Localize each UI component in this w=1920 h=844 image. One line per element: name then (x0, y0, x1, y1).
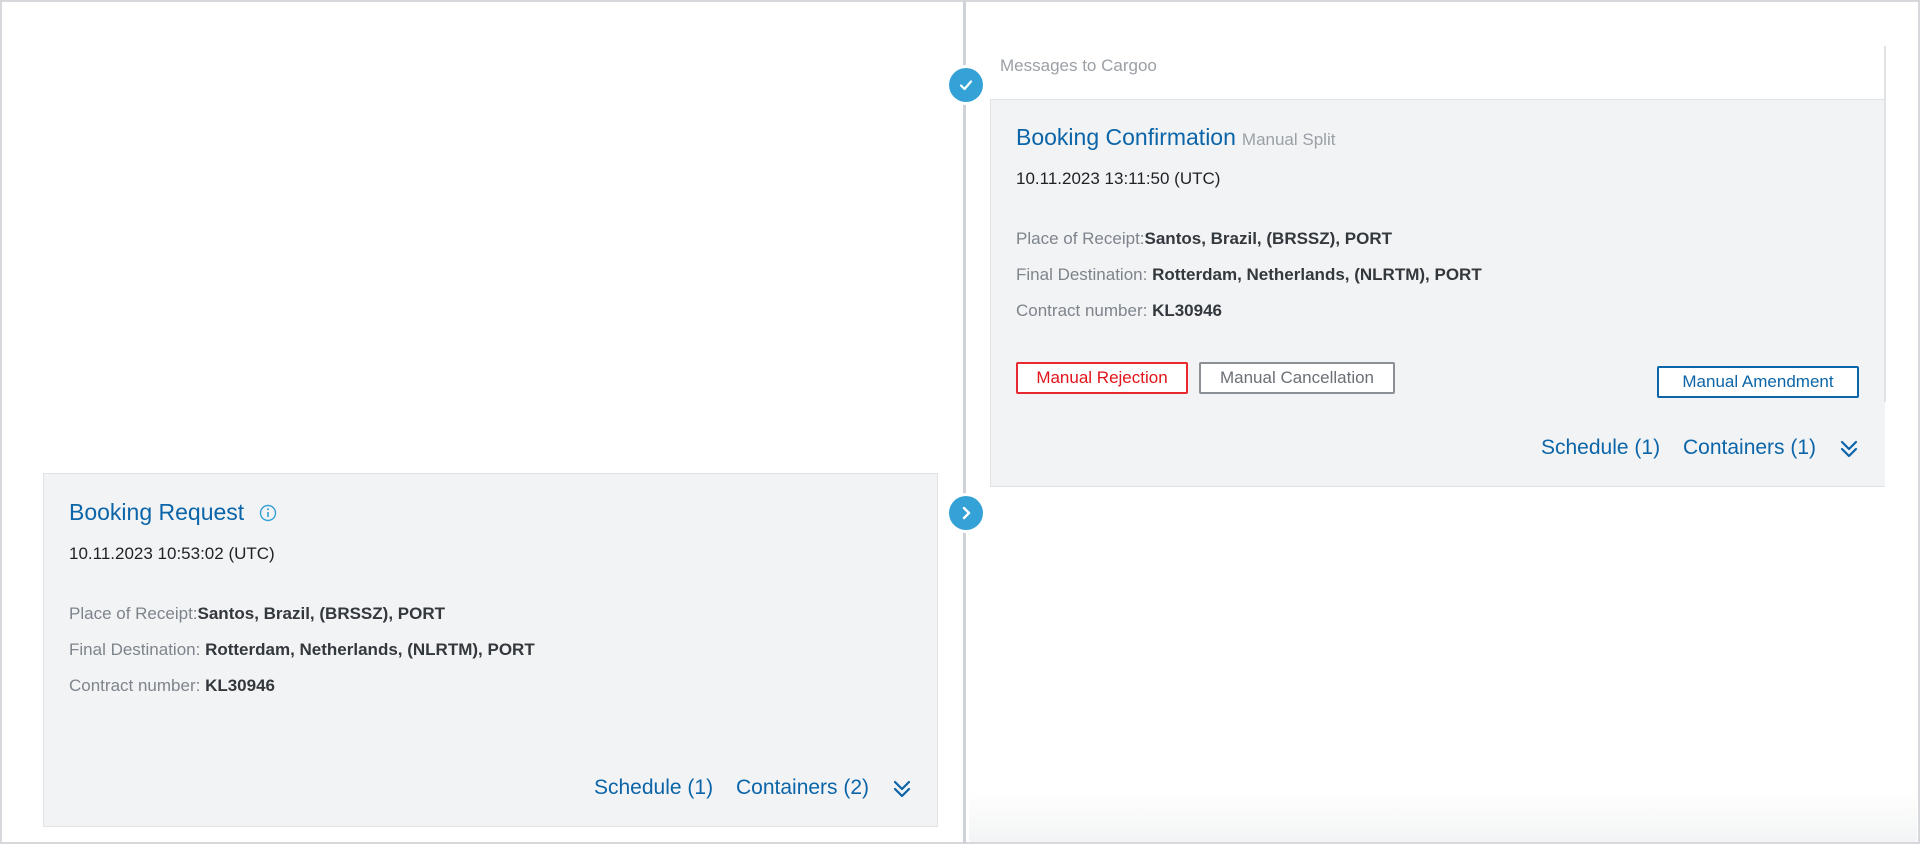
field-label: Contract number: (69, 676, 206, 695)
request-status-node (949, 496, 983, 530)
double-chevron-down-icon[interactable] (893, 779, 911, 804)
field-value: KL30946 (1152, 301, 1222, 320)
field-label: Final Destination: (69, 640, 206, 659)
field-label: Place of Receipt: (1016, 229, 1145, 248)
field-label: Place of Receipt: (69, 604, 198, 623)
request-contract-number: Contract number: KL30946 (69, 676, 275, 696)
manual-cancellation-button[interactable]: Manual Cancellation (1199, 362, 1395, 394)
confirmation-timestamp: 10.11.2023 13:11:50 (UTC) (1016, 169, 1221, 188)
double-chevron-down-icon[interactable] (1840, 439, 1858, 464)
request-final-destination: Final Destination: Rotterdam, Netherland… (69, 640, 535, 660)
confirmation-final-destination: Final Destination: Rotterdam, Netherland… (1016, 265, 1482, 285)
schedule-link[interactable]: Schedule (1) (1541, 436, 1660, 460)
messages-section-label: Messages to Cargoo (1000, 56, 1157, 75)
bottom-fade (969, 790, 1917, 842)
request-title[interactable]: Booking Request (69, 499, 244, 525)
confirmation-place-of-receipt: Place of Receipt:Santos, Brazil, (BRSSZ)… (1016, 229, 1392, 249)
booking-confirmation-card: Booking Confirmation Manual Split 10.11.2… (990, 99, 1885, 487)
confirmation-title[interactable]: Booking Confirmation (1016, 124, 1236, 150)
containers-link[interactable]: Containers (1) (1683, 436, 1816, 460)
info-icon[interactable] (259, 504, 277, 527)
card-right-edge (1884, 46, 1886, 402)
confirmation-status-node (949, 68, 983, 102)
field-value: Rotterdam, Netherlands, (NLRTM), PORT (205, 640, 535, 659)
manual-amendment-button[interactable]: Manual Amendment (1657, 366, 1859, 398)
field-value: Rotterdam, Netherlands, (NLRTM), PORT (1152, 265, 1482, 284)
manual-rejection-button[interactable]: Manual Rejection (1016, 362, 1188, 394)
schedule-link[interactable]: Schedule (1) (594, 776, 713, 800)
confirmation-contract-number: Contract number: KL30946 (1016, 301, 1222, 321)
field-value: Santos, Brazil, (BRSSZ), PORT (1144, 229, 1392, 248)
containers-link[interactable]: Containers (2) (736, 776, 869, 800)
booking-request-card: Booking Request 10.11.2023 10:53:02 (UTC… (43, 473, 938, 827)
timeline-line (963, 0, 966, 844)
request-timestamp: 10.11.2023 10:53:02 (UTC) (69, 544, 275, 563)
field-label: Contract number: (1016, 301, 1153, 320)
chevron-right-icon (958, 505, 974, 521)
check-icon (958, 77, 974, 93)
field-value: Santos, Brazil, (BRSSZ), PORT (197, 604, 445, 623)
field-value: KL30946 (205, 676, 275, 695)
confirmation-subtitle: Manual Split (1241, 130, 1336, 149)
request-place-of-receipt: Place of Receipt:Santos, Brazil, (BRSSZ)… (69, 604, 445, 624)
field-label: Final Destination: (1016, 265, 1153, 284)
